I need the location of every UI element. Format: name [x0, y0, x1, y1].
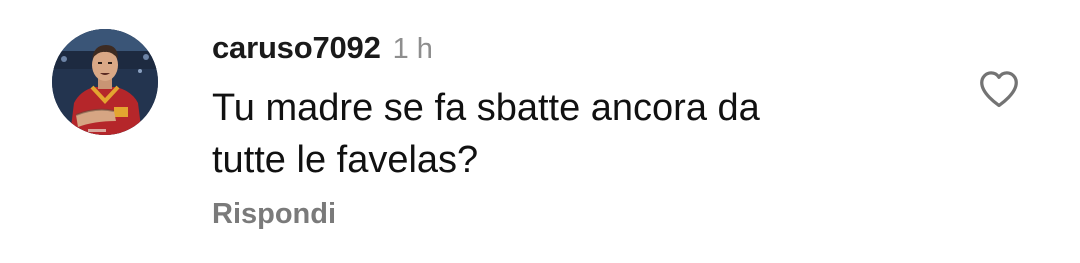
- username[interactable]: caruso7092: [212, 30, 381, 66]
- timestamp: 1 h: [392, 33, 433, 65]
- comment-text: Tu madre se fa sbatte ancora da tutte le…: [212, 82, 912, 186]
- comment-text-line: Tu madre se fa sbatte ancora da: [212, 87, 760, 129]
- reply-button[interactable]: Rispondi: [212, 198, 336, 231]
- avatar[interactable]: [52, 29, 158, 135]
- like-button[interactable]: [976, 66, 1022, 112]
- comment-item: caruso7092 1 h Tu madre se fa sbatte anc…: [0, 0, 1080, 263]
- avatar-photo: [52, 29, 158, 135]
- comment-header: caruso7092 1 h: [212, 30, 433, 70]
- heart-outline-icon: [980, 71, 1018, 108]
- comment-text-line: tutte le favelas?: [212, 139, 479, 181]
